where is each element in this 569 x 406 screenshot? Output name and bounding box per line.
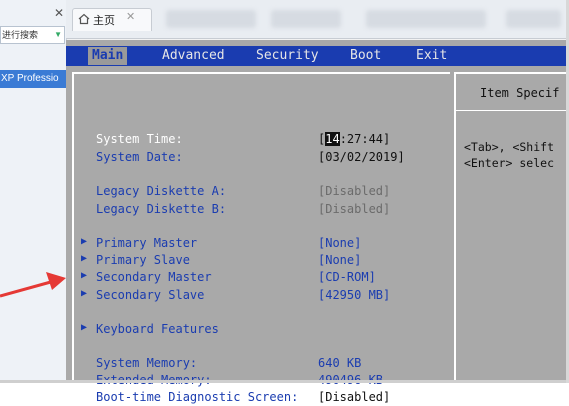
submenu-arrow-icon: ▶: [81, 322, 88, 333]
setting-row-diskette-a[interactable]: Legacy Diskette A: [Disabled]: [74, 184, 450, 200]
setting-label: Secondary Slave: [96, 288, 205, 302]
bios-settings-panel: System Time: [14:27:44] System Date: [03…: [72, 72, 450, 404]
setting-label: Primary Master: [96, 236, 198, 250]
sidebar-item-xp[interactable]: XP Professio: [0, 70, 66, 88]
setting-row-system-time[interactable]: System Time: [14:27:44]: [74, 132, 450, 148]
tab-home[interactable]: 主页: [72, 8, 152, 31]
setting-row-secondary-master[interactable]: ▶ Secondary Master [CD-ROM]: [74, 270, 450, 286]
sidebar-search-label: 进行搜索: [2, 30, 39, 40]
help-title: Item Specif: [480, 86, 560, 100]
help-divider: [456, 110, 569, 111]
setting-label: Keyboard Features: [96, 322, 219, 336]
submenu-arrow-icon: ▶: [81, 236, 88, 247]
bios-help-panel: Item Specif <Tab>, <Shift <Enter> selec: [454, 72, 569, 385]
blurred-tab: [166, 10, 256, 28]
setting-label: Boot-time Diagnostic Screen:: [96, 390, 299, 404]
tab-close-icon[interactable]: ✕: [126, 10, 135, 23]
setting-row-diskette-b[interactable]: Legacy Diskette B: [Disabled]: [74, 202, 450, 218]
setting-label: Legacy Diskette A:: [96, 184, 227, 198]
menu-advanced[interactable]: Advanced: [158, 47, 229, 65]
blurred-tab: [506, 10, 561, 28]
menu-main[interactable]: Main: [88, 47, 128, 65]
submenu-arrow-icon: ▶: [81, 270, 88, 281]
menu-exit[interactable]: Exit: [412, 47, 451, 65]
browser-sidebar: ✕ 进行搜索 ▼ XP Professio: [0, 0, 67, 383]
setting-row-keyboard-features[interactable]: ▶ Keyboard Features: [74, 322, 450, 338]
setting-value[interactable]: [Disabled]: [318, 390, 390, 404]
screenshot-frame: ✕ 进行搜索 ▼ XP Professio 主页 ✕ Main Advanced…: [0, 0, 569, 404]
sidebar-search-box[interactable]: 进行搜索 ▼: [0, 26, 65, 44]
bios-screen: Main Advanced Security Boot Exit System …: [66, 40, 569, 404]
setting-value[interactable]: [Disabled]: [318, 202, 390, 216]
close-icon[interactable]: ✕: [54, 6, 64, 20]
setting-label: System Memory:: [96, 356, 198, 370]
bios-menu-bar: Main Advanced Security Boot Exit: [66, 46, 569, 66]
setting-label: Legacy Diskette B:: [96, 202, 227, 216]
help-text-line: <Tab>, <Shift: [464, 140, 555, 154]
home-icon: [78, 13, 90, 25]
tab-home-label: 主页: [93, 15, 115, 27]
setting-label: Primary Slave: [96, 253, 190, 267]
setting-value[interactable]: [14:27:44]: [318, 132, 390, 146]
blurred-tab: [271, 10, 341, 28]
dropdown-icon[interactable]: ▼: [54, 27, 62, 43]
submenu-arrow-icon: ▶: [81, 288, 88, 299]
setting-value[interactable]: [CD-ROM]: [318, 270, 376, 284]
setting-label: Secondary Master: [96, 270, 212, 284]
browser-tab-bar: 主页 ✕: [66, 0, 569, 39]
setting-value[interactable]: [Disabled]: [318, 184, 390, 198]
setting-value: 640 KB: [318, 356, 362, 370]
menu-boot[interactable]: Boot: [346, 47, 385, 65]
red-arrow-icon: [0, 272, 66, 298]
edit-cursor: 14: [325, 132, 340, 146]
setting-row-system-memory: System Memory: 640 KB: [74, 356, 450, 372]
blurred-tab: [366, 10, 486, 28]
submenu-arrow-icon: ▶: [81, 253, 88, 264]
setting-value[interactable]: [None]: [318, 253, 361, 267]
setting-row-primary-slave[interactable]: ▶ Primary Slave [None]: [74, 253, 450, 269]
setting-row-primary-master[interactable]: ▶ Primary Master [None]: [74, 236, 450, 252]
setting-label: System Date:: [96, 150, 183, 164]
setting-value[interactable]: [03/02/2019]: [318, 150, 405, 164]
setting-row-secondary-slave[interactable]: ▶ Secondary Slave [42950 MB]: [74, 288, 450, 304]
help-text-line: <Enter> selec: [464, 156, 555, 170]
setting-row-system-date[interactable]: System Date: [03/02/2019]: [74, 150, 450, 166]
setting-value[interactable]: [42950 MB]: [318, 288, 390, 302]
menu-security[interactable]: Security: [252, 47, 323, 65]
setting-label: System Time:: [96, 132, 183, 146]
setting-value[interactable]: [None]: [318, 236, 361, 250]
setting-row-boot-diagnostic[interactable]: Boot-time Diagnostic Screen: [Disabled]: [74, 390, 450, 406]
